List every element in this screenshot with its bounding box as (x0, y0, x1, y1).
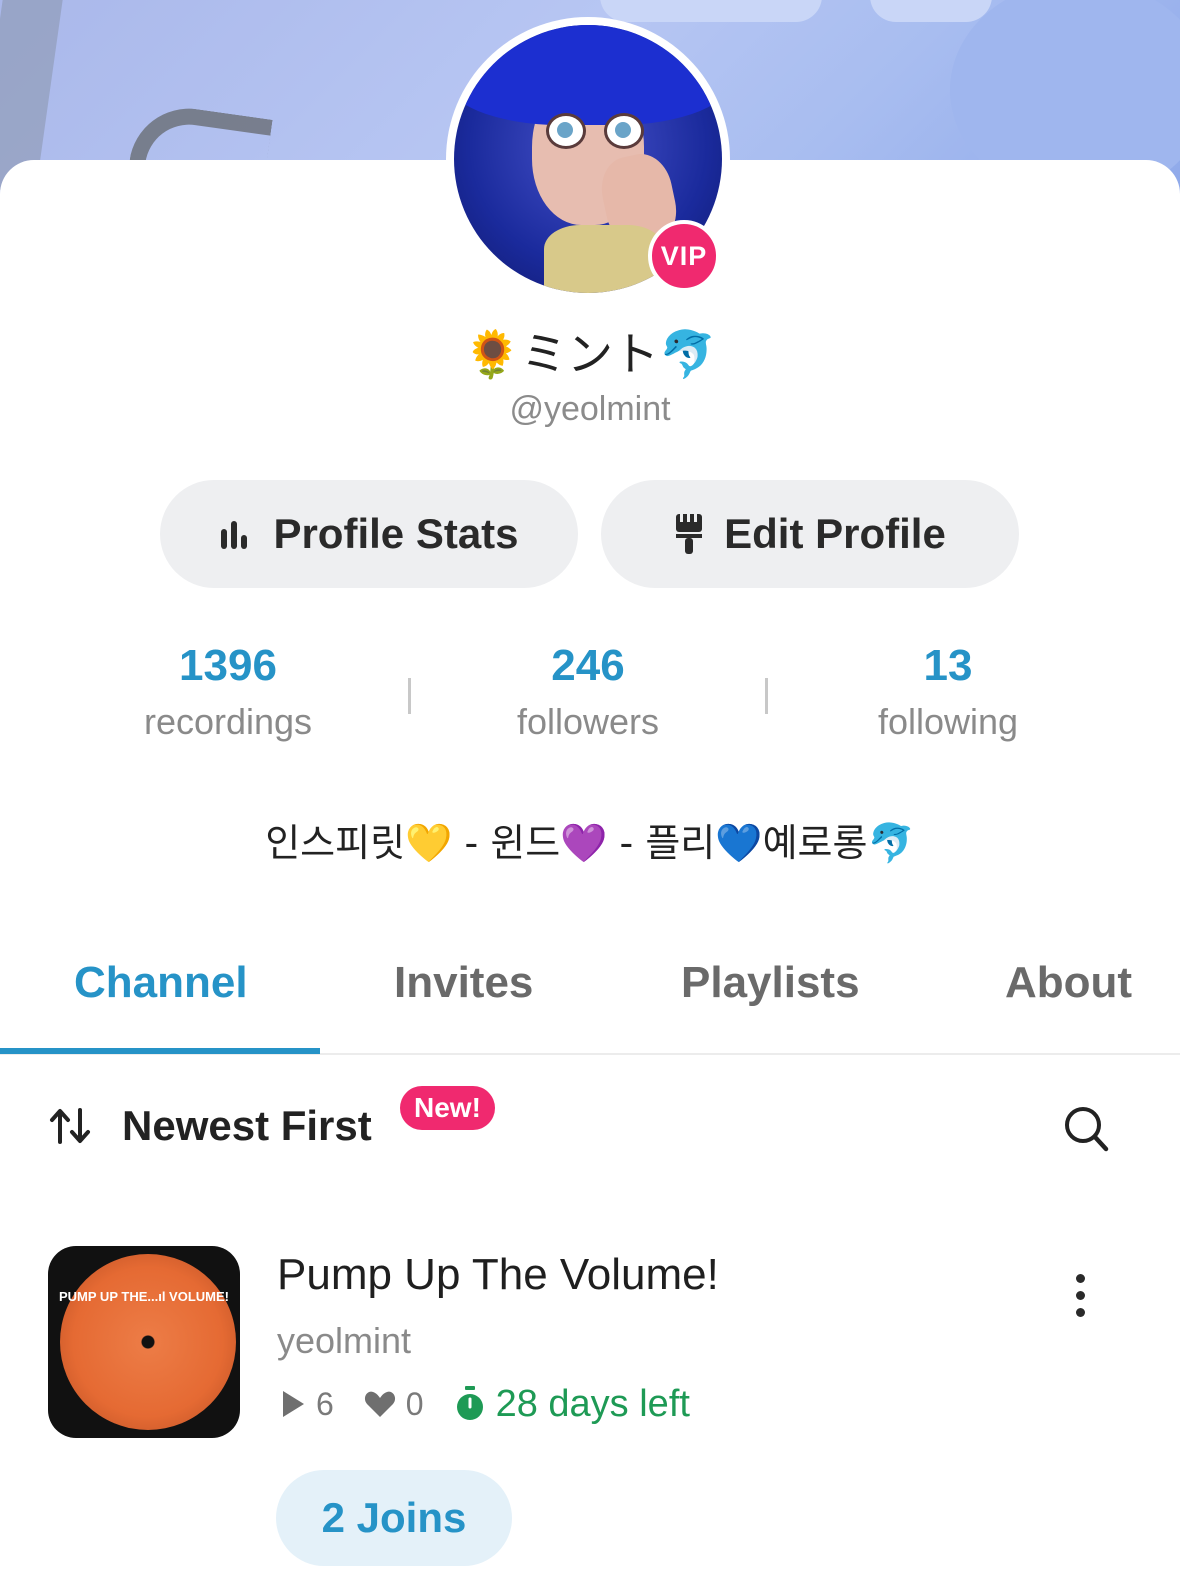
recording-artist[interactable]: yeolmint (277, 1320, 411, 1362)
recordings-label: recordings (143, 701, 313, 742)
sort-bar: Newest First New! (0, 1080, 1180, 1180)
vip-badge: VIP (648, 220, 720, 292)
recording-title[interactable]: Pump Up The Volume! (277, 1250, 719, 1300)
profile-stats-button[interactable]: Profile Stats (160, 480, 578, 588)
followers-label: followers (516, 701, 660, 742)
more-options-icon[interactable] (1070, 1274, 1090, 1318)
tab-about[interactable]: About (1005, 958, 1132, 1008)
header-button[interactable] (600, 0, 822, 22)
sort-selector[interactable]: Newest First (122, 1102, 372, 1150)
header-button[interactable] (870, 0, 992, 22)
following-count: 13 (923, 641, 973, 690)
active-tab-indicator (0, 1048, 320, 1054)
following-stat[interactable]: 13 following (768, 640, 1128, 744)
recording-list-item[interactable]: PUMP UP THE...ıl VOLUME! Pump Up The Vol… (0, 1230, 1180, 1570)
tab-invites[interactable]: Invites (394, 958, 533, 1008)
stopwatch-icon (456, 1386, 483, 1420)
heart-icon (364, 1391, 395, 1417)
username-handle: @yeolmint (509, 390, 671, 428)
followers-count: 246 (551, 641, 625, 690)
edit-profile-button[interactable]: Edit Profile (601, 480, 1019, 588)
new-badge: New! (400, 1086, 495, 1130)
bar-chart-icon (219, 519, 253, 549)
joins-button[interactable]: 2 Joins (276, 1470, 512, 1566)
play-icon (283, 1391, 304, 1417)
paintbrush-icon (674, 512, 704, 556)
love-count-value: 0 (405, 1385, 424, 1422)
cover-art-text: PUMP UP THE...ıl VOLUME! (59, 1289, 229, 1304)
sort-arrows-icon[interactable] (48, 1106, 94, 1151)
profile-stats-label: Profile Stats (273, 510, 519, 557)
tab-channel[interactable]: Channel (74, 958, 248, 1008)
play-count-value: 6 (316, 1385, 334, 1422)
vinyl-record-icon (60, 1254, 236, 1430)
recordings-stat[interactable]: 1396 recordings (48, 640, 408, 744)
recording-cover-art[interactable]: PUMP UP THE...ıl VOLUME! (48, 1246, 240, 1438)
time-left-value: 28 days left (495, 1382, 690, 1425)
search-icon[interactable] (1062, 1104, 1110, 1159)
recordings-count: 1396 (179, 641, 277, 690)
following-label: following (877, 701, 1019, 742)
play-count: 6 (280, 1386, 334, 1423)
display-name: 🌻ミント🐬 (463, 327, 717, 381)
time-left: 28 days left (454, 1383, 690, 1426)
profile-bio: 인스피릿💛 - 윈드💜 - 플리💙예로롱🐬 (265, 821, 915, 865)
edit-profile-label: Edit Profile (724, 510, 946, 557)
followers-stat[interactable]: 246 followers (408, 640, 768, 744)
recording-meta: 6 0 28 days left (280, 1380, 720, 1428)
love-count: 0 (364, 1386, 424, 1423)
tab-playlists[interactable]: Playlists (681, 958, 860, 1008)
profile-tabs: Channel Invites Playlists About (0, 950, 1180, 1054)
